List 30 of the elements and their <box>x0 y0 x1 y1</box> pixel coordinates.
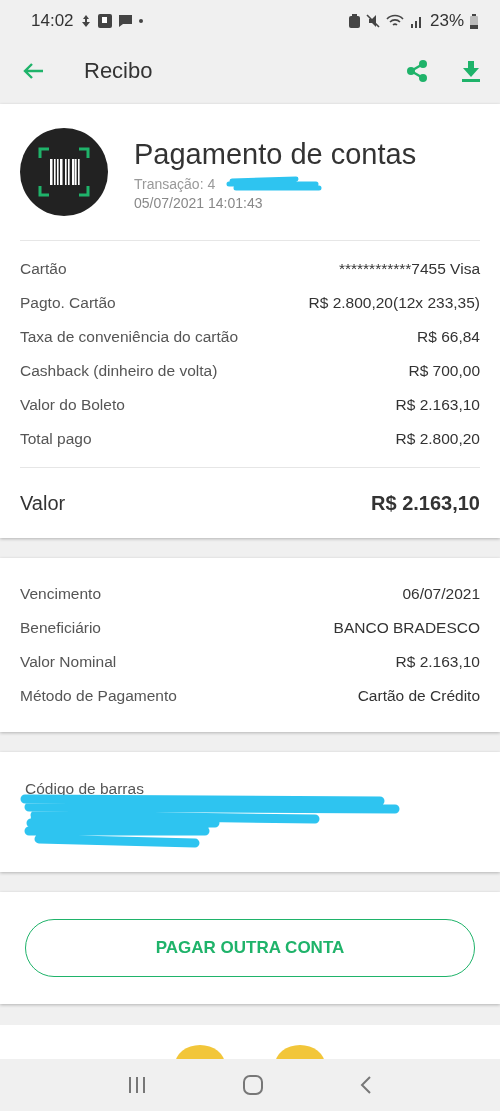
field-label: Valor Nominal <box>20 653 117 671</box>
field-value: R$ 2.800,20(12x 233,35) <box>308 294 480 312</box>
field-label: Total pago <box>20 430 92 448</box>
field-label: Cashback (dinheiro de volta) <box>20 362 218 380</box>
field-value: Cartão de Crédito <box>357 687 480 705</box>
battery-percent: 23% <box>429 11 464 31</box>
screen-title: Recibo <box>84 58 154 84</box>
field-value: R$ 66,84 <box>417 328 480 346</box>
receipt-title: Pagamento de contas <box>134 137 417 171</box>
field-label: Método de Pagamento <box>20 687 177 705</box>
status-time: 14:02 <box>31 11 74 31</box>
field-label: Taxa de conveniência do cartão <box>20 328 238 346</box>
field-label: Pagto. Cartão <box>20 294 116 312</box>
field-label: Valor do Boleto <box>20 396 125 414</box>
field-value: R$ 2.163,10 <box>395 396 480 414</box>
field-value: R$ 2.163,10 <box>395 653 480 671</box>
field-value: R$ 2.163,10 <box>371 491 480 515</box>
field-label: Valor <box>20 491 66 515</box>
field-value: R$ 700,00 <box>408 362 480 380</box>
transaction-id: Transação: 4 <box>134 175 216 192</box>
field-value: 06/07/2021 <box>402 585 480 603</box>
field-label: Beneficiário <box>20 619 101 637</box>
field-label: Vencimento <box>20 585 101 603</box>
field-value: ************7455 Visa <box>338 260 480 278</box>
field-value: BANCO BRADESCO <box>333 619 480 637</box>
field-label: Cartão <box>20 260 67 278</box>
pay-another-bill-button[interactable]: PAGAR OUTRA CONTA <box>25 919 475 977</box>
field-value: R$ 2.800,20 <box>395 430 480 448</box>
barcode-label: Código de barras <box>24 780 145 798</box>
transaction-date: 05/07/2021 14:01:43 <box>134 194 264 211</box>
